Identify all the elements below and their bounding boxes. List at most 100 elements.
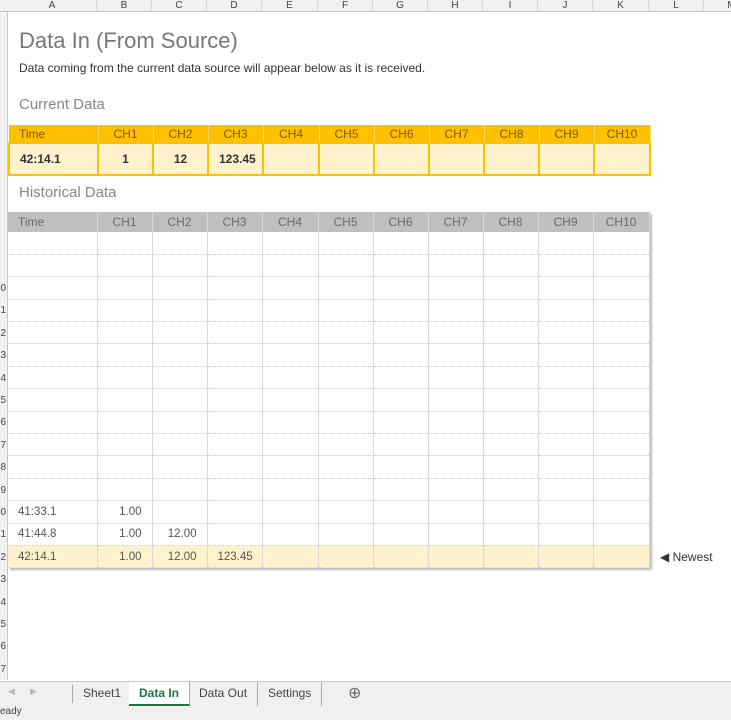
cell[interactable]	[483, 455, 539, 479]
cell[interactable]	[593, 478, 650, 502]
cell[interactable]	[483, 276, 539, 300]
cell[interactable]	[538, 254, 594, 278]
cell[interactable]	[152, 254, 208, 278]
column-header[interactable]: J	[538, 0, 593, 12]
cell[interactable]	[262, 500, 319, 524]
cell[interactable]	[538, 478, 594, 502]
cell[interactable]	[593, 545, 650, 569]
cell[interactable]	[428, 142, 485, 176]
cell[interactable]	[593, 343, 650, 367]
cell[interactable]	[152, 478, 208, 502]
cell[interactable]	[593, 142, 651, 176]
row-header[interactable]: 5	[0, 619, 6, 630]
cell[interactable]	[318, 545, 374, 569]
cell[interactable]	[593, 388, 650, 412]
cell[interactable]	[262, 321, 319, 345]
cell[interactable]: CH2	[153, 125, 209, 143]
cell[interactable]	[97, 455, 153, 479]
cell[interactable]: 41:33.1	[8, 500, 98, 524]
cell[interactable]	[538, 388, 594, 412]
row-header[interactable]: 1	[0, 529, 6, 540]
cell[interactable]	[483, 343, 539, 367]
cell[interactable]: CH10	[594, 125, 651, 143]
cell[interactable]	[207, 455, 263, 479]
cell[interactable]	[152, 455, 208, 479]
cell[interactable]	[538, 142, 595, 176]
cell[interactable]	[483, 478, 539, 502]
cell[interactable]: CH1	[98, 125, 154, 143]
cell[interactable]	[428, 455, 484, 479]
cell[interactable]	[8, 232, 98, 255]
cell[interactable]	[428, 321, 484, 345]
cell[interactable]	[373, 232, 429, 255]
row-header[interactable]: 3	[0, 350, 6, 361]
cell[interactable]	[428, 500, 484, 524]
cell[interactable]	[318, 142, 375, 176]
cell[interactable]	[8, 455, 98, 479]
cell[interactable]: CH10	[593, 212, 650, 232]
cell[interactable]	[538, 523, 594, 546]
cell[interactable]	[207, 343, 263, 367]
row-header[interactable]: 1	[0, 305, 6, 316]
cell[interactable]	[97, 433, 153, 457]
cell[interactable]: 41:44.8	[8, 523, 98, 546]
row-header[interactable]: 4	[0, 373, 6, 384]
row-header[interactable]: 4	[0, 597, 6, 608]
row-header[interactable]: 2	[0, 552, 6, 563]
cell[interactable]	[593, 455, 650, 479]
column-header[interactable]: B	[97, 0, 152, 12]
cell[interactable]	[207, 254, 263, 278]
cell[interactable]: CH8	[483, 212, 539, 232]
cell[interactable]	[262, 232, 319, 255]
cell[interactable]	[483, 299, 539, 323]
column-header[interactable]: C	[152, 0, 207, 12]
cell[interactable]	[373, 299, 429, 323]
cell[interactable]	[373, 254, 429, 278]
cell[interactable]	[318, 254, 374, 278]
cell[interactable]: CH9	[538, 212, 594, 232]
cell[interactable]: 123.45	[207, 142, 264, 176]
cell[interactable]	[428, 433, 484, 457]
cell[interactable]	[593, 433, 650, 457]
column-header[interactable]: M	[704, 0, 731, 12]
cell[interactable]	[207, 478, 263, 502]
column-header[interactable]: D	[207, 0, 262, 12]
cell[interactable]	[428, 366, 484, 390]
cell[interactable]	[207, 411, 263, 435]
cell[interactable]	[428, 388, 484, 412]
cell[interactable]: Time	[9, 125, 99, 143]
cell[interactable]	[8, 321, 98, 345]
tab-settings[interactable]: Settings	[258, 682, 323, 706]
cell[interactable]	[538, 433, 594, 457]
cell[interactable]	[8, 299, 98, 323]
cell[interactable]	[483, 523, 539, 546]
cell[interactable]	[318, 299, 374, 323]
cell[interactable]	[8, 343, 98, 367]
tab-data-in[interactable]: Data In	[129, 682, 191, 706]
cell[interactable]: 42:14.1	[8, 545, 98, 569]
cell[interactable]: 1.00	[97, 545, 153, 569]
cell[interactable]	[8, 411, 98, 435]
cell[interactable]	[8, 478, 98, 502]
tab-data-out[interactable]: Data Out	[189, 682, 259, 706]
cell[interactable]	[207, 276, 263, 300]
cell[interactable]	[262, 455, 319, 479]
cell[interactable]	[97, 276, 153, 300]
cell[interactable]: 123.45	[207, 545, 263, 569]
cell[interactable]	[318, 276, 374, 300]
row-header[interactable]: 2	[0, 328, 6, 339]
cell[interactable]	[593, 523, 650, 546]
cell[interactable]: CH7	[429, 125, 485, 143]
cell[interactable]	[373, 500, 429, 524]
cell[interactable]	[483, 411, 539, 435]
cell[interactable]	[538, 343, 594, 367]
cell[interactable]	[428, 411, 484, 435]
cell[interactable]	[373, 433, 429, 457]
cell[interactable]	[428, 232, 484, 255]
cell[interactable]	[593, 411, 650, 435]
cell[interactable]: CH5	[318, 212, 374, 232]
cell[interactable]	[593, 321, 650, 345]
cell[interactable]	[593, 276, 650, 300]
cell[interactable]	[428, 343, 484, 367]
cell[interactable]: CH4	[263, 125, 320, 143]
